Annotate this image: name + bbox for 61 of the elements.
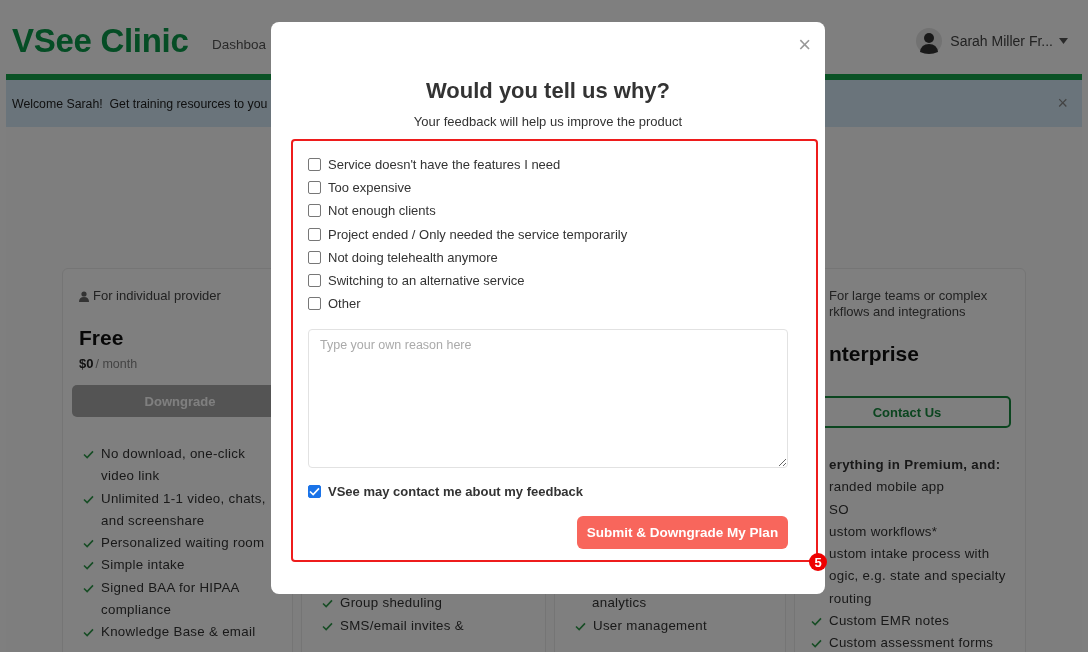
feature-text: SMS/email invites & <box>340 616 464 635</box>
checkbox[interactable] <box>308 297 321 311</box>
reason-field[interactable]: Type your own reason here <box>308 329 788 469</box>
check-icon <box>811 617 822 627</box>
dialog-title: Would you tell us why? <box>424 78 671 104</box>
check-icon <box>575 621 586 631</box>
checkbox[interactable] <box>308 227 321 241</box>
annotation-badge: 5 <box>809 553 827 571</box>
reason-label[interactable]: Not enough clients <box>328 203 436 219</box>
plan-name: Free <box>79 326 125 350</box>
nav-link[interactable]: Dashboa <box>212 36 267 52</box>
feature-text: randed mobile app <box>829 478 945 497</box>
user-name[interactable]: Sarah Miller Fr... <box>950 33 1053 49</box>
plan-name: nterprise <box>828 342 920 366</box>
check-icon <box>83 539 94 549</box>
avatar-icon[interactable] <box>916 28 943 54</box>
check-icon <box>83 494 94 504</box>
check-icon <box>83 450 94 459</box>
check-icon <box>83 561 94 571</box>
checkbox[interactable] <box>308 204 321 218</box>
check-icon <box>309 487 320 497</box>
checkbox[interactable] <box>308 250 321 264</box>
feature-text: Personalized waiting room <box>101 534 265 553</box>
reason-label[interactable]: Other <box>328 296 361 312</box>
feature-text: Group sheduling <box>340 594 443 613</box>
feature-text: Custom EMR notes <box>829 612 950 631</box>
feature-text: SO <box>829 500 849 519</box>
reason-label[interactable]: Project ended / Only needed the service temporarily <box>328 226 628 242</box>
check-icon <box>811 639 822 649</box>
feature-text: Simple intake <box>101 556 185 575</box>
dialog-subtitle: Your feedback will help us improve the product <box>412 114 684 129</box>
check-icon <box>83 628 94 638</box>
feature-text: Signed BAA for HIPAA compliance <box>101 578 240 620</box>
check-icon <box>83 583 94 593</box>
check-icon <box>322 621 333 631</box>
reason-label[interactable]: Not doing telehealth anymore <box>328 249 498 265</box>
feature-text: Custom assessment forms <box>829 634 994 652</box>
plan-price: $0 <box>79 356 94 371</box>
feature-text: analytics <box>592 594 647 613</box>
checkbox[interactable] <box>308 181 321 195</box>
reason-label[interactable]: Too expensive <box>328 180 412 196</box>
reason-label[interactable]: Service doesn't have the features I need <box>328 157 561 173</box>
feature-text: erything in Premium, and: <box>829 456 1001 474</box>
checkbox[interactable] <box>308 158 321 172</box>
checkbox[interactable] <box>308 274 321 288</box>
feature-text: ustom workflows* <box>829 522 938 541</box>
checkbox[interactable] <box>308 485 321 499</box>
feature-text: User management <box>593 616 707 635</box>
reason-label[interactable]: Switching to an alternative service <box>328 273 525 289</box>
banner-text: Welcome Sarah! Get training resources to you <box>12 96 268 111</box>
contact-label[interactable]: VSee may contact me about my feedback <box>328 484 584 500</box>
feature-text: No download, one-click video link <box>101 445 246 486</box>
price-period: / month <box>95 357 138 371</box>
caret-icon[interactable] <box>1059 38 1068 44</box>
feature-text: Unlimited 1-1 video, chats, and screenshare <box>101 489 266 530</box>
audience-text: For individual provider <box>93 288 221 304</box>
user-icon <box>79 291 89 302</box>
audience-text: For large teams or complex rkflows and integrations <box>829 288 988 320</box>
feature-text: ustom intake process with ogic, e.g. state and specialty routing <box>829 545 1006 608</box>
feature-text: Knowledge Base & email <box>101 623 256 642</box>
check-icon <box>322 599 333 609</box>
